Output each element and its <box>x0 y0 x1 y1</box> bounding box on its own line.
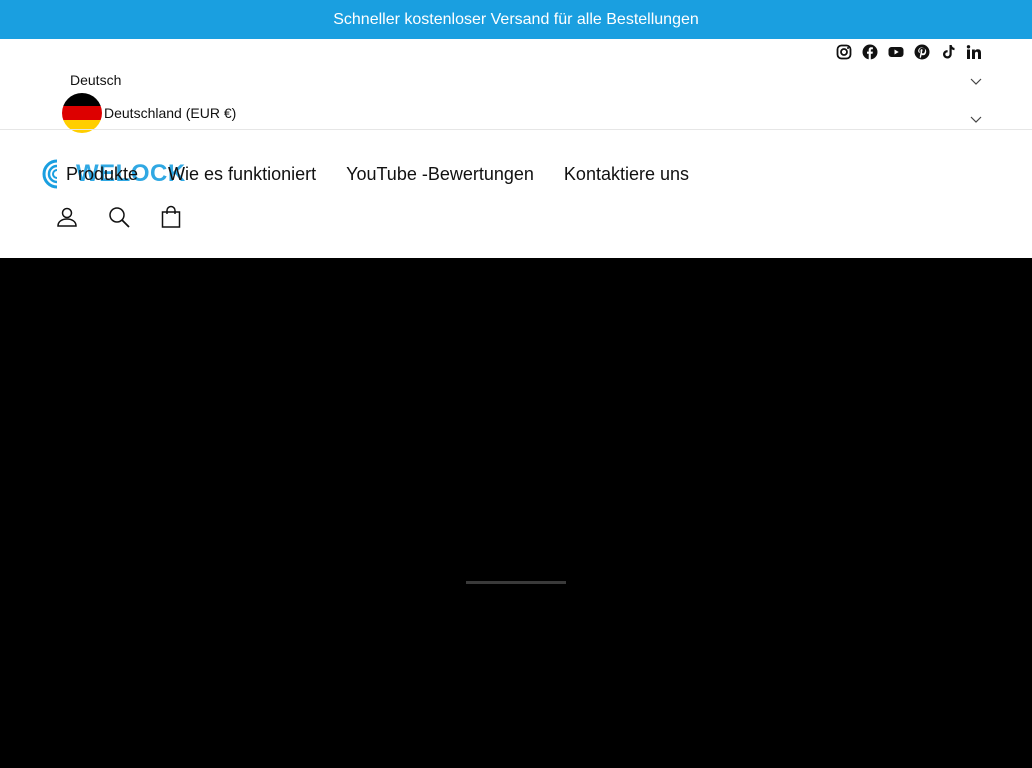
country-selector[interactable]: Deutschland (EUR €) <box>62 93 982 133</box>
youtube-icon[interactable] <box>888 44 904 60</box>
site-header: Deutsch Deutschland (EUR €) WELOCK Produ… <box>0 39 1032 258</box>
header-divider <box>0 129 1032 130</box>
pinterest-icon[interactable] <box>914 44 930 60</box>
country-label: Deutschland (EUR €) <box>104 105 237 121</box>
main-content <box>0 258 1032 768</box>
nav-item-kontaktiere-uns[interactable]: Kontaktiere uns <box>564 164 689 188</box>
chevron-down-icon <box>970 116 982 123</box>
loading-bar <box>466 581 566 584</box>
nav-item-youtube-bewertungen[interactable]: YouTube -Bewertungen <box>346 164 534 188</box>
social-links <box>836 43 982 61</box>
nav-item-wie-es-funktioniert[interactable]: Wie es funktioniert <box>168 164 316 188</box>
nav-item-produkte[interactable]: Produkte <box>66 164 138 188</box>
linkedin-icon[interactable] <box>966 44 982 60</box>
facebook-icon[interactable] <box>862 44 878 60</box>
utility-icons <box>55 205 183 229</box>
tiktok-icon[interactable] <box>940 44 956 60</box>
germany-flag-icon <box>62 93 102 133</box>
search-icon[interactable] <box>107 205 131 229</box>
instagram-icon[interactable] <box>836 44 852 60</box>
main-nav: Produkte Wie es funktioniert YouTube -Be… <box>66 164 689 188</box>
account-icon[interactable] <box>55 205 79 229</box>
announcement-text[interactable]: Schneller kostenloser Versand für alle B… <box>333 11 699 29</box>
announcement-bar: Schneller kostenloser Versand für alle B… <box>0 0 1032 39</box>
language-selector[interactable]: Deutsch <box>70 72 982 92</box>
cart-icon[interactable] <box>159 205 183 229</box>
language-label: Deutsch <box>70 72 122 88</box>
chevron-down-icon <box>970 78 982 85</box>
